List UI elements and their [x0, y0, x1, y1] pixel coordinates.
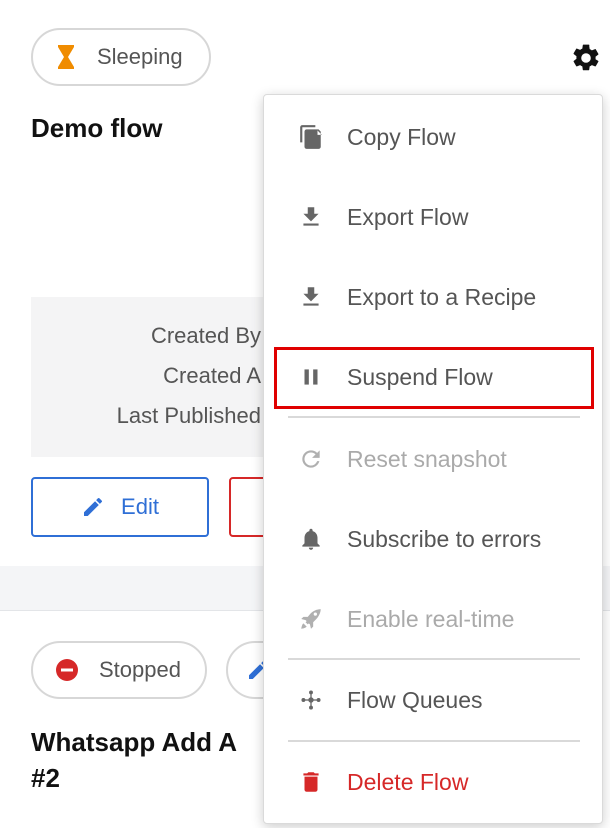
hourglass-icon [57, 44, 75, 70]
created-at-label: Created A [163, 363, 261, 388]
menu-item-label: Subscribe to errors [347, 525, 542, 552]
menu-item-label: Delete Flow [347, 768, 469, 795]
download-icon [298, 284, 324, 310]
menu-item-delete-flow[interactable]: Delete Flow [264, 742, 604, 822]
menu-item-label: Export Flow [347, 203, 469, 230]
last-published-label: Last Published [116, 403, 261, 428]
download-icon [298, 204, 324, 230]
highlight-box [274, 347, 594, 409]
menu-item-enable-realtime[interactable]: Enable real-time [264, 579, 604, 659]
menu-item-export-recipe[interactable]: Export to a Recipe [264, 257, 604, 337]
flow-title[interactable]: Demo flow [31, 110, 162, 146]
rocket-icon [298, 606, 324, 632]
created-by-label: Created By [150, 323, 261, 348]
menu-item-flow-queues[interactable]: Flow Queues [264, 660, 604, 740]
flow-title[interactable]: Whatsapp Add A #2 [31, 724, 271, 796]
menu-item-subscribe-errors[interactable]: Subscribe to errors [264, 499, 604, 579]
status-label: Stopped [99, 657, 181, 682]
trash-icon [298, 769, 324, 795]
pencil-icon [81, 495, 105, 519]
menu-item-reset-snapshot[interactable]: Reset snapshot [264, 419, 604, 499]
flow-info-panel: Created By Created A Last Published [31, 297, 281, 457]
menu-item-label: Copy Flow [347, 123, 456, 150]
bell-icon [298, 526, 324, 552]
menu-item-export-flow[interactable]: Export Flow [264, 177, 604, 257]
menu-item-label: Reset snapshot [347, 445, 507, 472]
status-badge-stopped: Stopped [31, 641, 207, 699]
copy-icon [298, 124, 324, 150]
menu-item-copy-flow[interactable]: Copy Flow [264, 97, 604, 177]
edit-label: Edit [121, 494, 159, 519]
status-label: Sleeping [97, 44, 183, 69]
refresh-icon [298, 446, 324, 472]
menu-item-label: Export to a Recipe [347, 283, 537, 310]
menu-item-label: Flow Queues [347, 686, 483, 713]
edit-button[interactable]: Edit [31, 477, 209, 537]
queues-icon [298, 687, 324, 713]
flow-actions-menu: Copy Flow Export Flow Export to a Recipe… [263, 94, 603, 824]
status-badge-sleeping: Sleeping [31, 28, 211, 86]
divider [288, 416, 580, 418]
gear-icon[interactable] [570, 42, 602, 74]
stop-icon [55, 658, 79, 682]
menu-item-label: Enable real-time [347, 605, 515, 632]
